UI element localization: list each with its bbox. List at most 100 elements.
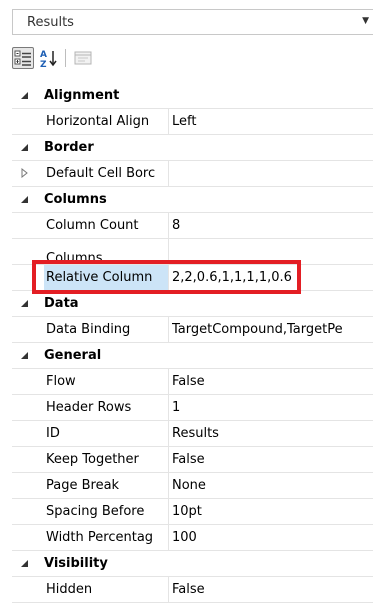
- column-divider: [168, 473, 169, 498]
- property-row-page-break[interactable]: Page Break None: [12, 473, 373, 499]
- categorized-button[interactable]: [12, 47, 34, 69]
- property-row-spacing-before[interactable]: Spacing Before 10pt: [12, 499, 373, 525]
- collapse-triangle-icon[interactable]: [19, 194, 29, 204]
- property-value[interactable]: 10pt: [172, 499, 373, 524]
- categorized-grid-icon: [14, 50, 31, 66]
- property-value[interactable]: False: [172, 447, 373, 472]
- property-name: Columns: [46, 251, 103, 264]
- property-row-default-cell-border[interactable]: Default Cell Borc: [12, 161, 373, 187]
- property-row-id[interactable]: ID Results: [12, 421, 373, 447]
- category-row-border[interactable]: Border: [12, 135, 373, 161]
- column-divider: [168, 239, 169, 264]
- property-row-horizontal-align[interactable]: Horizontal Align Left: [12, 109, 373, 135]
- property-name: Horizontal Align: [46, 114, 150, 129]
- property-row-header-rows[interactable]: Header Rows 1: [12, 395, 373, 421]
- row-gutter: [12, 499, 41, 524]
- object-selector-dropdown[interactable]: Results ▼: [12, 9, 373, 35]
- row-gutter: [12, 577, 41, 602]
- collapse-triangle-icon[interactable]: [19, 350, 29, 360]
- column-divider: [168, 213, 169, 238]
- property-value[interactable]: None: [172, 473, 373, 498]
- column-divider: [168, 109, 169, 134]
- collapse-triangle-icon[interactable]: [19, 90, 29, 100]
- property-name: ID: [46, 426, 60, 441]
- property-value[interactable]: TargetCompound,TargetPe: [172, 317, 373, 342]
- category-row-alignment[interactable]: Alignment: [12, 83, 373, 109]
- column-divider: [168, 265, 169, 290]
- property-row-hidden[interactable]: Hidden False: [12, 577, 373, 603]
- category-label: Visibility: [44, 556, 108, 571]
- collapse-triangle-icon[interactable]: [19, 298, 29, 308]
- row-gutter: [12, 369, 41, 394]
- property-row-columns[interactable]: Columns: [12, 239, 373, 265]
- property-row-flow[interactable]: Flow False: [12, 369, 373, 395]
- category-label: Border: [44, 140, 94, 155]
- property-grid: Alignment Horizontal Align Left Border D…: [12, 83, 373, 603]
- column-divider: [168, 499, 169, 524]
- property-value[interactable]: False: [172, 577, 373, 602]
- property-pages-button[interactable]: [72, 47, 94, 69]
- collapse-triangle-icon[interactable]: [19, 558, 29, 568]
- property-value[interactable]: 1: [172, 395, 373, 420]
- property-name: Flow: [46, 374, 76, 389]
- row-gutter: [12, 395, 41, 420]
- column-divider: [168, 161, 169, 186]
- row-gutter: [12, 135, 41, 160]
- dropdown-arrow-icon[interactable]: ▼: [362, 16, 369, 26]
- row-gutter: [12, 187, 41, 212]
- column-divider: [168, 525, 169, 550]
- property-name: Keep Together: [46, 452, 139, 467]
- property-row-keep-together[interactable]: Keep Together False: [12, 447, 373, 473]
- row-gutter: [12, 109, 41, 134]
- expand-triangle-icon[interactable]: [19, 168, 29, 178]
- property-value[interactable]: Results: [172, 421, 373, 446]
- row-gutter: [12, 83, 41, 108]
- svg-text:Z: Z: [40, 60, 47, 68]
- row-gutter: [12, 213, 41, 238]
- toolbar-separator: [65, 49, 66, 67]
- property-name: Hidden: [46, 582, 93, 597]
- property-name: Data Binding: [46, 322, 131, 337]
- property-value[interactable]: [172, 239, 373, 264]
- row-gutter: [12, 551, 41, 576]
- category-row-visibility[interactable]: Visibility: [12, 551, 373, 577]
- row-gutter: [12, 421, 41, 446]
- row-gutter: [12, 473, 41, 498]
- row-gutter: [12, 291, 41, 316]
- sort-az-icon: A Z: [40, 50, 57, 70]
- property-row-column-count[interactable]: Column Count 8: [12, 213, 373, 239]
- category-label: General: [44, 348, 102, 363]
- column-divider: [168, 577, 169, 602]
- column-divider: [168, 395, 169, 420]
- category-row-data[interactable]: Data: [12, 291, 373, 317]
- row-gutter: [12, 161, 41, 186]
- collapse-triangle-icon[interactable]: [19, 142, 29, 152]
- column-divider: [168, 369, 169, 394]
- category-row-general[interactable]: General: [12, 343, 373, 369]
- property-value[interactable]: 8: [172, 213, 373, 238]
- property-value[interactable]: [172, 161, 373, 186]
- property-name: Column Count: [46, 218, 139, 233]
- row-gutter: [12, 239, 41, 264]
- properties-window: Results ▼ A Z Alignment Horizontal Align…: [0, 0, 373, 603]
- property-value[interactable]: 100: [172, 525, 373, 550]
- category-label: Alignment: [44, 88, 120, 103]
- alphabetical-button[interactable]: A Z: [38, 47, 60, 70]
- property-name: Width Percentag: [46, 530, 154, 545]
- column-divider: [168, 447, 169, 472]
- row-gutter: [12, 317, 41, 342]
- property-row-data-binding[interactable]: Data Binding TargetCompound,TargetPe: [12, 317, 373, 343]
- property-name: Default Cell Borc: [46, 166, 156, 181]
- property-value[interactable]: False: [172, 369, 373, 394]
- property-name: Spacing Before: [46, 504, 145, 519]
- row-gutter: [12, 265, 41, 290]
- row-gutter: [12, 525, 41, 550]
- category-row-columns[interactable]: Columns: [12, 187, 373, 213]
- row-gutter: [12, 343, 41, 368]
- column-divider: [168, 317, 169, 342]
- property-row-relative-column[interactable]: Relative Column 2,2,0.6,1,1,1,1,0.6: [12, 265, 373, 291]
- property-row-width-percentage[interactable]: Width Percentag 100: [12, 525, 373, 551]
- property-value[interactable]: 2,2,0.6,1,1,1,1,0.6: [172, 265, 373, 290]
- column-divider: [168, 421, 169, 446]
- property-value[interactable]: Left: [172, 109, 373, 134]
